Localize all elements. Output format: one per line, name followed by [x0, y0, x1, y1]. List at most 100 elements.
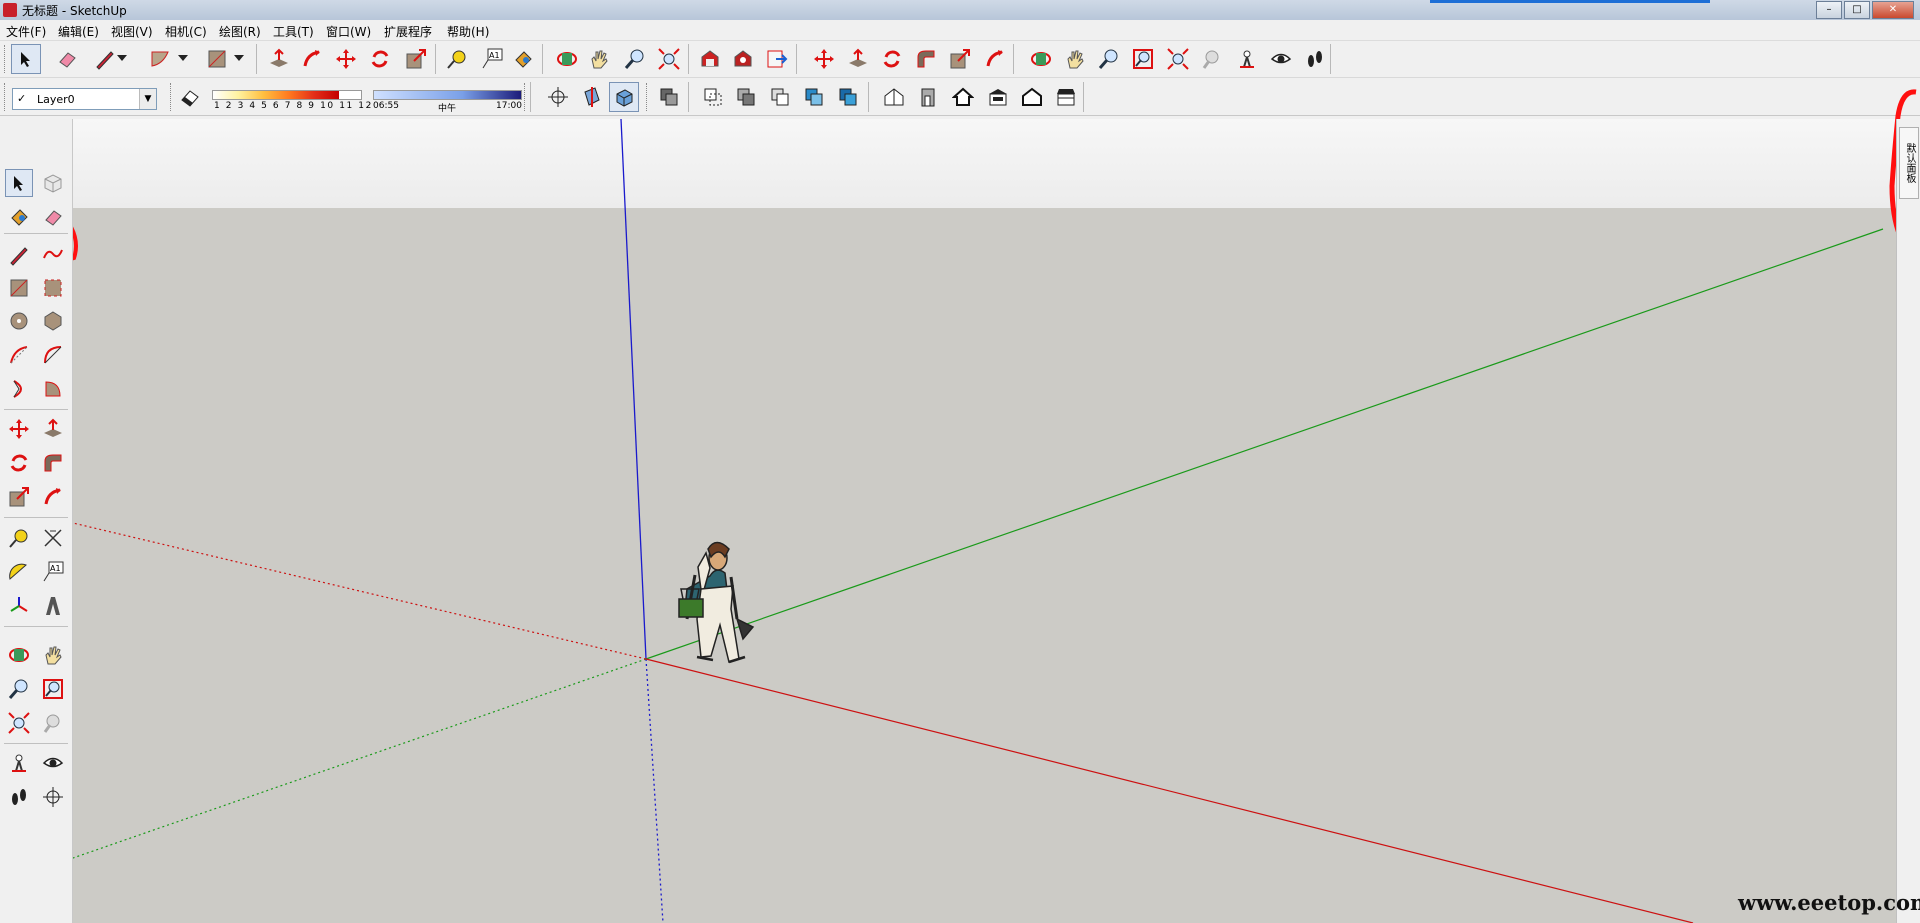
orbit-icon[interactable]	[552, 44, 582, 74]
warehouse-icon[interactable]	[695, 44, 725, 74]
zoom-icon[interactable]	[620, 44, 650, 74]
toolbar-grip[interactable]	[4, 45, 7, 73]
toolbar-grip[interactable]	[170, 83, 173, 111]
section-plane-icon[interactable]	[39, 783, 67, 811]
push-pull-icon[interactable]	[39, 415, 67, 443]
push-pull-icon[interactable]	[264, 44, 294, 74]
zoom-window-icon[interactable]	[1128, 44, 1158, 74]
zoom-extents-icon[interactable]	[654, 44, 684, 74]
freehand-icon[interactable]	[39, 241, 67, 269]
pan-icon[interactable]	[39, 641, 67, 669]
rotate-icon[interactable]	[5, 449, 33, 477]
select-icon[interactable]	[11, 44, 41, 74]
pan-icon[interactable]	[584, 44, 614, 74]
zoom-extents-icon[interactable]	[5, 709, 33, 737]
zoom-extents-icon[interactable]	[1163, 44, 1193, 74]
two-point-arc-icon[interactable]	[39, 341, 67, 369]
scene-canvas[interactable]	[73, 119, 1896, 923]
styles-wireframe-icon[interactable]	[731, 82, 761, 112]
modeling-viewport[interactable]	[73, 119, 1896, 923]
rotated-rectangle-icon[interactable]	[39, 274, 67, 302]
arc-icon[interactable]	[145, 44, 175, 74]
home-view-icon[interactable]	[948, 82, 978, 112]
shadow-date-slider[interactable]	[212, 90, 362, 100]
menu-window[interactable]: 窗口(W)	[326, 23, 371, 40]
menu-view[interactable]: 视图(V)	[111, 23, 153, 40]
position-camera-icon[interactable]	[1232, 44, 1262, 74]
select-icon[interactable]	[5, 169, 33, 197]
follow-me-icon[interactable]	[297, 44, 327, 74]
make-component-icon[interactable]	[39, 169, 67, 197]
polygon-icon[interactable]	[39, 307, 67, 335]
menu-tools[interactable]: 工具(T)	[273, 23, 314, 40]
walk-icon[interactable]	[5, 783, 33, 811]
section-plane-icon[interactable]	[577, 82, 607, 112]
styles-textured-icon[interactable]	[833, 82, 863, 112]
position-camera-icon[interactable]	[5, 749, 33, 777]
eraser-icon[interactable]	[52, 44, 82, 74]
shadow-time-slider[interactable]	[373, 90, 522, 100]
styles-xray-icon[interactable]	[654, 82, 684, 112]
iso-view-icon[interactable]	[879, 82, 909, 112]
eraser-icon[interactable]	[39, 203, 67, 231]
eraser-icon[interactable]	[175, 82, 205, 112]
walk-icon[interactable]	[1300, 44, 1330, 74]
maximize-button[interactable]: □	[1844, 1, 1870, 19]
follow-me-icon[interactable]	[39, 449, 67, 477]
pencil-icon[interactable]	[5, 241, 33, 269]
toolbar-grip[interactable]	[524, 83, 527, 111]
styles-hidden-icon[interactable]	[765, 82, 795, 112]
move-icon[interactable]	[809, 44, 839, 74]
toolbar-grip[interactable]	[4, 83, 7, 111]
push-pull-icon[interactable]	[843, 44, 873, 74]
move-icon[interactable]	[331, 44, 361, 74]
offset-icon[interactable]	[911, 44, 941, 74]
styles-backedges-icon[interactable]	[698, 82, 728, 112]
menu-edit[interactable]: 编辑(E)	[58, 23, 99, 40]
styles-shaded-icon[interactable]	[799, 82, 829, 112]
chevron-down-icon[interactable]: ▼	[139, 89, 156, 109]
left-view-icon[interactable]	[1017, 82, 1047, 112]
look-around-icon[interactable]	[39, 749, 67, 777]
3d-text-icon[interactable]	[39, 592, 67, 620]
close-button[interactable]: ✕	[1872, 1, 1914, 19]
orbit-icon[interactable]	[5, 641, 33, 669]
tape-measure-icon[interactable]	[442, 44, 472, 74]
look-around-icon[interactable]	[1266, 44, 1296, 74]
three-point-arc-icon[interactable]	[5, 375, 33, 403]
scale-icon[interactable]	[945, 44, 975, 74]
pie-icon[interactable]	[39, 375, 67, 403]
arc-icon[interactable]	[5, 341, 33, 369]
follow-me-icon[interactable]	[980, 44, 1010, 74]
orbit-icon[interactable]	[1026, 44, 1056, 74]
circle-icon[interactable]	[5, 307, 33, 335]
layer-select[interactable]: ✓ Layer0 ▼	[12, 88, 157, 110]
back-view-icon[interactable]	[983, 82, 1013, 112]
rectangle-dropdown-icon[interactable]	[232, 44, 246, 74]
pencil-dropdown-icon[interactable]	[115, 44, 129, 74]
pan-icon[interactable]	[1060, 44, 1090, 74]
paint-bucket-icon[interactable]	[508, 44, 538, 74]
axes-icon[interactable]	[5, 592, 33, 620]
extension-warehouse-icon[interactable]	[728, 44, 758, 74]
axes-icon[interactable]	[543, 82, 573, 112]
zoom-window-icon[interactable]	[39, 675, 67, 703]
protractor-icon[interactable]	[5, 558, 33, 586]
dimension-icon[interactable]	[39, 524, 67, 552]
menu-file[interactable]: 文件(F)	[6, 23, 46, 40]
arc-dropdown-icon[interactable]	[176, 44, 190, 74]
paint-bucket-icon[interactable]	[5, 203, 33, 231]
rotate-icon[interactable]	[365, 44, 395, 74]
send-to-layout-icon[interactable]	[762, 44, 792, 74]
section-display-icon[interactable]	[609, 82, 639, 112]
right-view-icon[interactable]	[1051, 82, 1081, 112]
default-tray-tab[interactable]: 默认面板	[1899, 127, 1919, 199]
menu-help[interactable]: 帮助(H)	[447, 23, 489, 40]
front-view-icon[interactable]	[913, 82, 943, 112]
rotate-icon[interactable]	[877, 44, 907, 74]
scale-icon[interactable]	[5, 483, 33, 511]
previous-view-icon[interactable]	[1197, 44, 1227, 74]
move-icon[interactable]	[5, 415, 33, 443]
tape-measure-icon[interactable]	[5, 524, 33, 552]
rectangle-icon[interactable]	[5, 274, 33, 302]
